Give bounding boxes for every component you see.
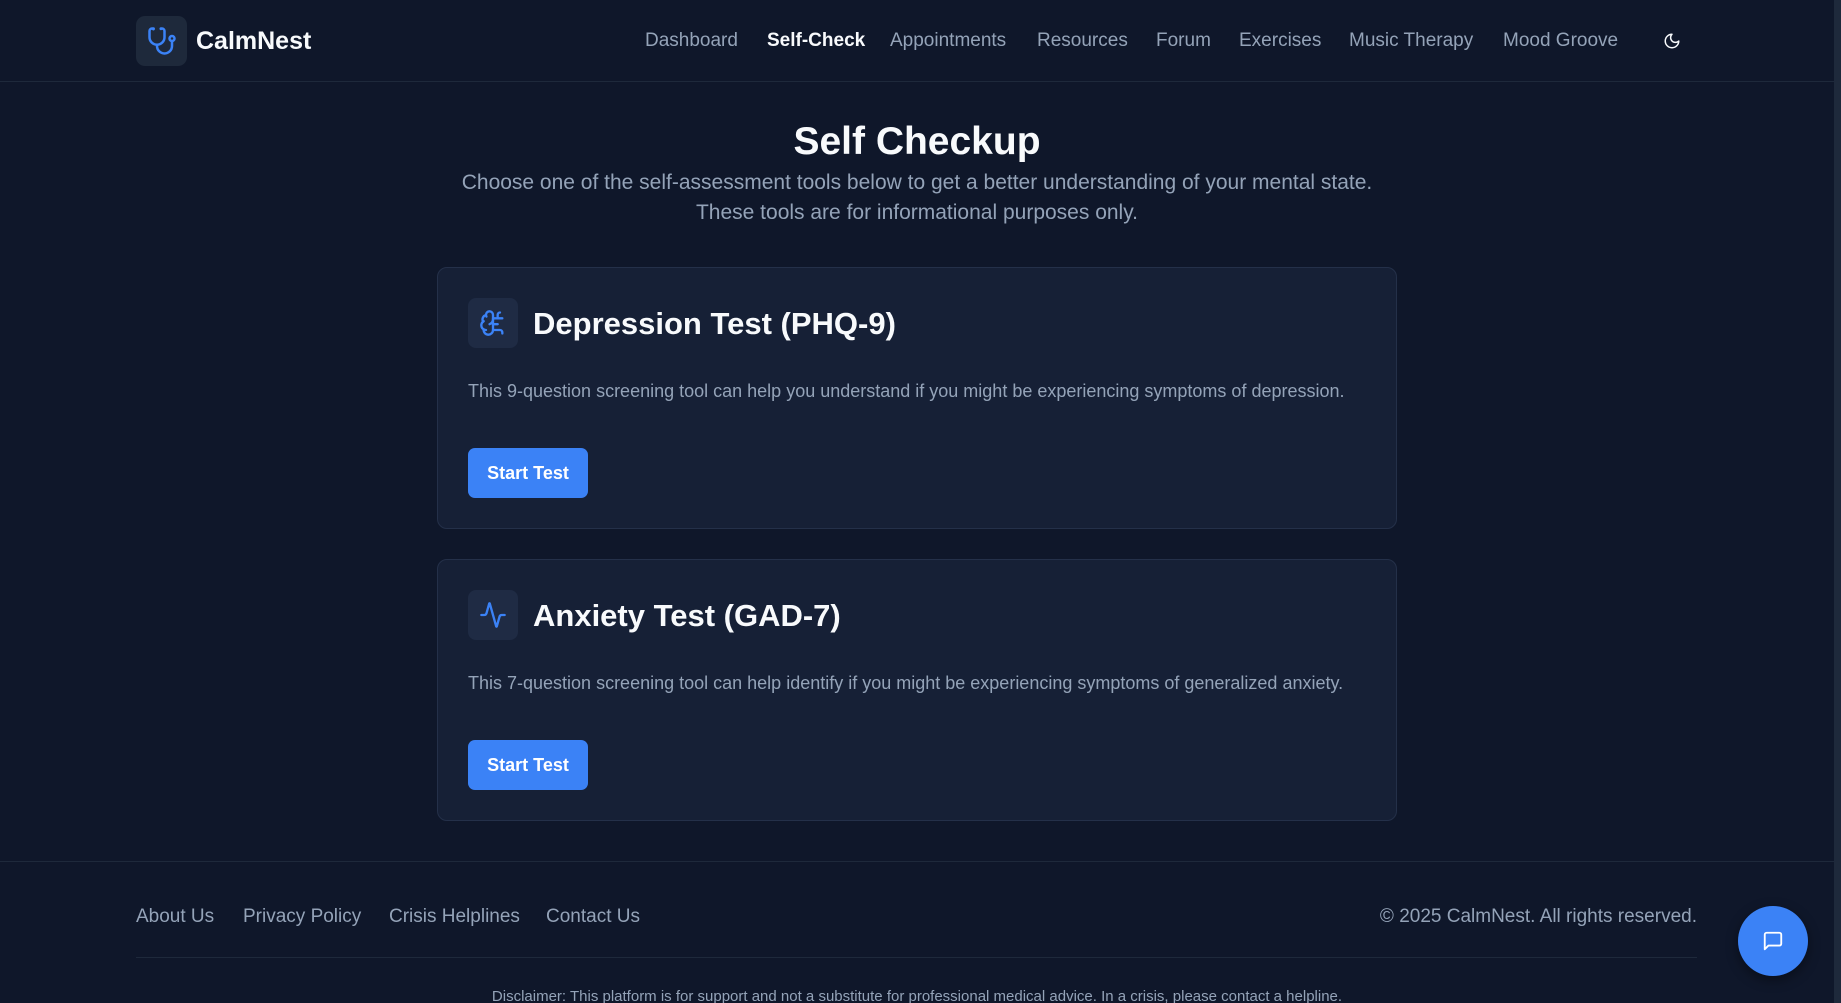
nav-item-forum[interactable]: Forum	[1156, 30, 1211, 52]
subtitle-line-2: These tools are for informational purpos…	[695, 201, 1138, 224]
nav-item-exercises[interactable]: Exercises	[1239, 30, 1321, 52]
nav-item-self-check[interactable]: Self-Check	[767, 30, 865, 52]
nav-item-dashboard[interactable]: Dashboard	[645, 30, 738, 52]
message-icon	[1763, 931, 1783, 951]
footer-link-about-us[interactable]: About Us	[136, 906, 214, 928]
scrollbar[interactable]	[1834, 0, 1841, 1003]
anxiety-test-card: Anxiety Test (GAD-7) This 7-question scr…	[437, 559, 1397, 821]
nav-item-appointments[interactable]: Appointments	[890, 30, 1006, 52]
footer-divider	[136, 957, 1697, 958]
moon-icon[interactable]	[1660, 28, 1684, 54]
depression-test-title: Depression Test (PHQ-9)	[533, 306, 896, 341]
subtitle-line-1: Choose one of the self-assessment tools …	[461, 171, 1373, 194]
start-anxiety-test-button[interactable]: Start Test	[468, 740, 588, 790]
brand-name[interactable]: CalmNest	[196, 27, 311, 56]
nav-item-mood-groove[interactable]: Mood Groove	[1503, 30, 1618, 52]
brain-icon	[468, 298, 518, 348]
page-subtitle: Choose one of the self-assessment tools …	[420, 168, 1414, 228]
anxiety-test-description: This 7-question screening tool can help …	[468, 673, 1344, 693]
chat-button[interactable]	[1738, 906, 1808, 976]
disclaimer-text: Disclaimer: This platform is for support…	[491, 988, 1343, 1003]
top-navbar: CalmNest Dashboard Self-Check Appointmen…	[0, 0, 1841, 82]
footer-link-privacy-policy[interactable]: Privacy Policy	[243, 906, 361, 928]
nav-item-music-therapy[interactable]: Music Therapy	[1349, 30, 1473, 52]
nav-item-resources[interactable]: Resources	[1037, 30, 1128, 52]
copyright-text: © 2025 CalmNest. All rights reserved.	[1379, 906, 1697, 927]
start-depression-test-button[interactable]: Start Test	[468, 448, 588, 498]
depression-test-description: This 9-question screening tool can help …	[468, 381, 1345, 401]
footer-link-contact-us[interactable]: Contact Us	[546, 906, 640, 928]
anxiety-test-title: Anxiety Test (GAD-7)	[533, 598, 841, 633]
stethoscope-icon[interactable]	[136, 16, 187, 66]
activity-icon	[468, 590, 518, 640]
footer-link-crisis-helplines[interactable]: Crisis Helplines	[389, 906, 520, 928]
page-title: Self Checkup	[793, 120, 1041, 163]
depression-test-card: Depression Test (PHQ-9) This 9-question …	[437, 267, 1397, 529]
page: CalmNest Dashboard Self-Check Appointmen…	[0, 0, 1841, 1003]
footer: About Us Privacy Policy Crisis Helplines…	[0, 861, 1841, 1003]
